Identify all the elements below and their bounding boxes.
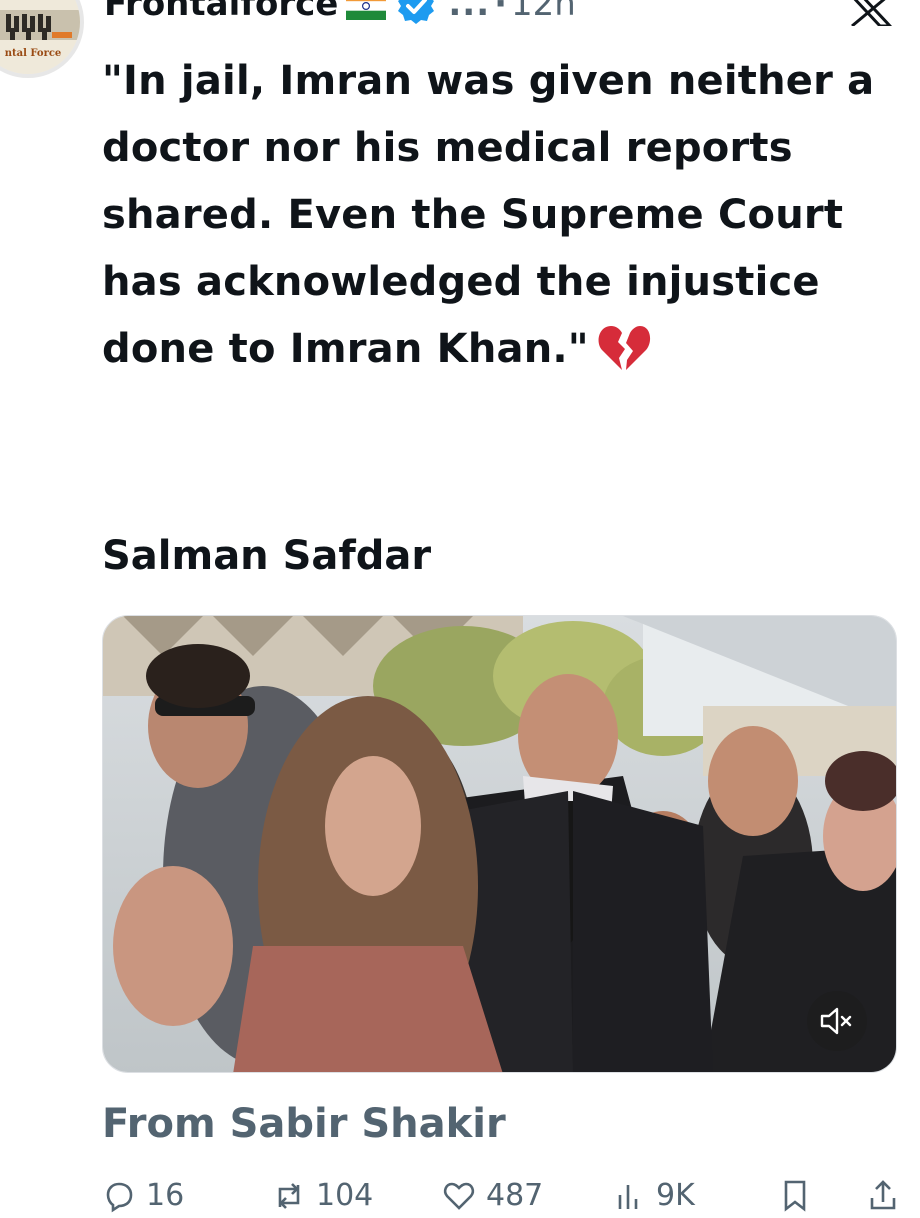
views-count: 9K: [656, 1178, 695, 1213]
video-player[interactable]: [102, 615, 897, 1073]
heart-icon: [443, 1182, 475, 1210]
repost-icon: [278, 1182, 300, 1209]
verified-badge-icon: [398, 0, 435, 24]
avatar-image: [0, 0, 80, 74]
share-icon: [870, 1180, 896, 1210]
x-logo-icon[interactable]: [848, 0, 892, 26]
bookmark-button[interactable]: [778, 1178, 812, 1212]
muted-speaker-icon: [820, 1007, 852, 1035]
india-flag-icon: [346, 0, 387, 20]
header-separator: ·: [494, 0, 508, 24]
source-line: From Sabir Shakir: [102, 1101, 506, 1147]
video-frame: [103, 616, 896, 1072]
views-icon: [618, 1184, 638, 1209]
avatar-caption: ntal Force: [4, 48, 62, 59]
author-avatar[interactable]: ntal Force: [0, 0, 84, 78]
broken-heart-icon: [598, 326, 650, 370]
post-time[interactable]: 12h: [511, 0, 576, 24]
repost-count: 104: [316, 1178, 374, 1213]
post-text: "In jail, Imran was given neither a doct…: [102, 48, 882, 383]
share-button[interactable]: [866, 1178, 900, 1212]
repost-button[interactable]: 104: [272, 1178, 373, 1213]
reply-icon: [106, 1182, 133, 1212]
post-header: Frontalforce ... · 12h: [104, 0, 904, 28]
like-count: 487: [486, 1178, 544, 1213]
views-button[interactable]: 9K: [612, 1178, 695, 1213]
reply-count: 16: [146, 1178, 185, 1213]
mute-toggle[interactable]: [807, 991, 867, 1051]
author-name[interactable]: Frontalforce: [104, 0, 338, 24]
more-options[interactable]: ...: [448, 0, 490, 24]
reply-button[interactable]: 16: [102, 1178, 184, 1213]
like-button[interactable]: 487: [442, 1178, 543, 1213]
action-bar: 16 104 487 9K: [102, 1178, 902, 1218]
quote-attribution: Salman Safdar: [102, 533, 432, 579]
bookmark-icon: [784, 1180, 806, 1212]
post-text-body: "In jail, Imran was given neither a doct…: [102, 58, 875, 372]
